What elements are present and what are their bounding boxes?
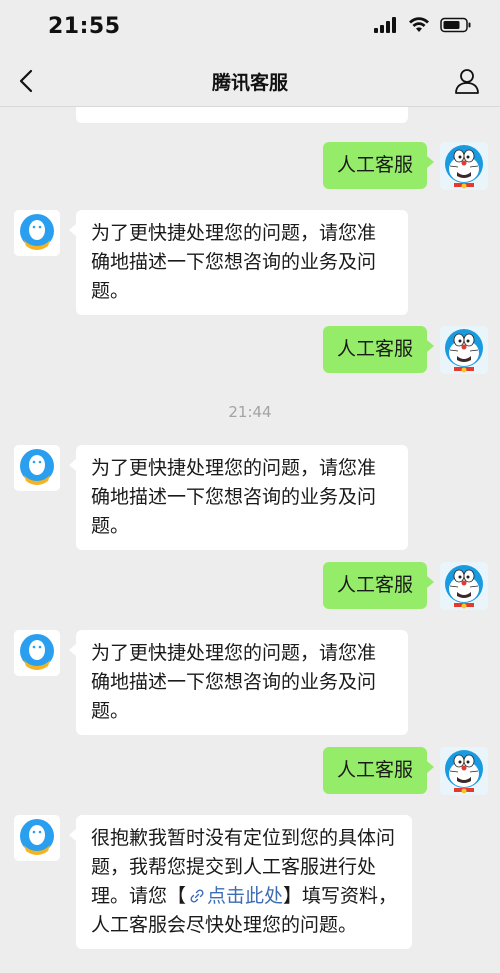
profile-button[interactable] [452,66,482,96]
click-here-link[interactable]: 点击此处 [186,885,283,907]
message-bubble-outgoing[interactable]: 人工客服 [322,747,435,794]
message-text: 为了更快捷处理您的问题，请您准确地描述一下您想咨询的业务及问题。 [91,642,377,722]
message-bubble-incoming[interactable]: 很抱歉我暂时没有定位到您的具体问题，我帮您提交到人工客服进行处理。请您【 点击此处… [69,815,412,949]
nav-bar: 腾讯客服 [0,56,500,107]
message-bubble-outgoing[interactable]: 人工客服 [322,326,435,373]
message-text: 人工客服 [336,574,413,596]
message-bubble-outgoing[interactable]: 人工客服 [322,562,435,609]
link-text: 点击此处 [207,885,284,907]
doraemon-avatar-icon [440,326,488,374]
user-avatar[interactable] [440,747,488,795]
status-icons [374,17,472,33]
doraemon-avatar-icon [440,747,488,795]
tencent-service-logo-icon [14,210,60,256]
user-avatar[interactable] [440,326,488,374]
tencent-service-logo-icon [14,630,60,676]
service-avatar[interactable] [14,445,60,491]
message-text: 为了更快捷处理您的问题，请您准确地描述一下您想咨询的业务及问题。 [91,457,377,537]
tencent-service-logo-icon [14,815,60,861]
message-bubble-incoming[interactable]: 为了更快捷处理您的问题，请您准确地描述一下您想咨询的业务及问题。 [69,445,408,550]
message-text: 为了更快捷处理您的问题，请您准确地描述一下您想咨询的业务及问题。 [91,222,377,302]
status-time: 21:55 [48,14,121,39]
message-text: 人工客服 [336,338,413,360]
message-bubble-clipped [76,107,408,123]
chat-area[interactable]: 人工客服 为了更快捷处理您的问题，请您准确地描述一下您想咨询的业务及问题。 人工… [0,107,500,973]
status-bar: 21:55 [0,0,500,56]
message-bubble-outgoing[interactable]: 人工客服 [322,142,435,189]
user-avatar[interactable] [440,142,488,190]
doraemon-avatar-icon [440,142,488,190]
chat-timestamp: 21:44 [228,403,272,421]
doraemon-avatar-icon [440,562,488,610]
service-avatar[interactable] [14,815,60,861]
message-text: 人工客服 [336,154,413,176]
user-avatar[interactable] [440,562,488,610]
message-text: 人工客服 [336,759,413,781]
message-bubble-incoming[interactable]: 为了更快捷处理您的问题，请您准确地描述一下您想咨询的业务及问题。 [69,630,408,735]
service-avatar[interactable] [14,630,60,676]
message-bubble-incoming[interactable]: 为了更快捷处理您的问题，请您准确地描述一下您想咨询的业务及问题。 [69,210,408,315]
page-title: 腾讯客服 [211,72,288,94]
person-icon [455,69,479,94]
tencent-service-logo-icon [14,445,60,491]
service-avatar[interactable] [14,210,60,256]
link-icon [190,889,204,903]
wifi-icon [409,17,429,32]
battery-icon [440,17,471,33]
cellular-signal-icon [374,17,396,33]
